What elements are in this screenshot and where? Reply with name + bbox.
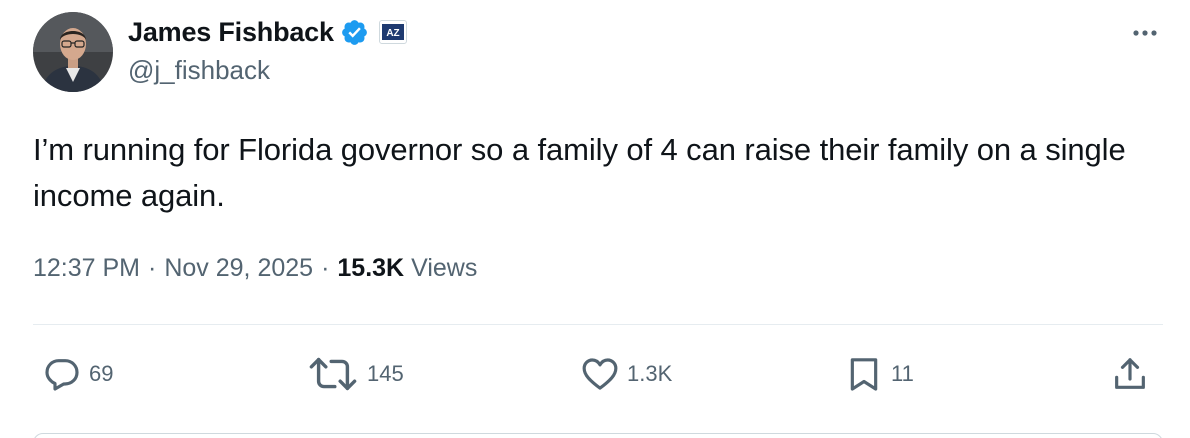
tweet-card: James Fishback AZ @j_fishback I’m runnin… [0, 0, 1190, 438]
reply-button[interactable]: 69 [42, 354, 113, 394]
bookmark-icon [850, 358, 878, 391]
tweet-time[interactable]: 12:37 PM [33, 254, 140, 283]
more-options-icon[interactable] [1127, 18, 1163, 48]
meta-separator: · [148, 254, 157, 282]
tweet-meta: 12:37 PM · Nov 29, 2025 · 15.3K Views [33, 254, 477, 283]
author-name-row: James Fishback AZ [128, 14, 407, 50]
avatar-photo [33, 12, 113, 92]
affiliate-badge-icon[interactable]: AZ [378, 20, 407, 44]
verified-badge-icon[interactable] [340, 18, 369, 47]
repost-button[interactable]: 145 [306, 354, 404, 394]
repost-icon [309, 357, 357, 391]
tweet-date[interactable]: Nov 29, 2025 [164, 254, 313, 283]
author-display-name[interactable]: James Fishback [128, 17, 334, 48]
avatar[interactable] [33, 12, 113, 92]
author-handle[interactable]: @j_fishback [128, 55, 270, 86]
heart-icon [582, 358, 618, 390]
share-icon [1115, 358, 1145, 389]
bookmark-button[interactable]: 11 [844, 354, 914, 394]
svg-text:AZ: AZ [386, 28, 399, 39]
share-button[interactable] [1110, 354, 1150, 394]
reply-icon [45, 359, 79, 391]
like-count: 1.3K [627, 361, 673, 386]
views-count[interactable]: 15.3K [337, 254, 404, 283]
meta-separator: · [321, 254, 330, 282]
repost-count: 145 [367, 361, 404, 386]
divider [33, 324, 1163, 325]
tweet-text: I’m running for Florida governor so a fa… [33, 132, 1126, 213]
views-label[interactable]: Views [411, 254, 477, 283]
reply-box-edge [33, 433, 1163, 438]
reply-count: 69 [89, 361, 114, 386]
like-button[interactable]: 1.3K [580, 354, 672, 394]
bookmark-count: 11 [891, 361, 914, 386]
